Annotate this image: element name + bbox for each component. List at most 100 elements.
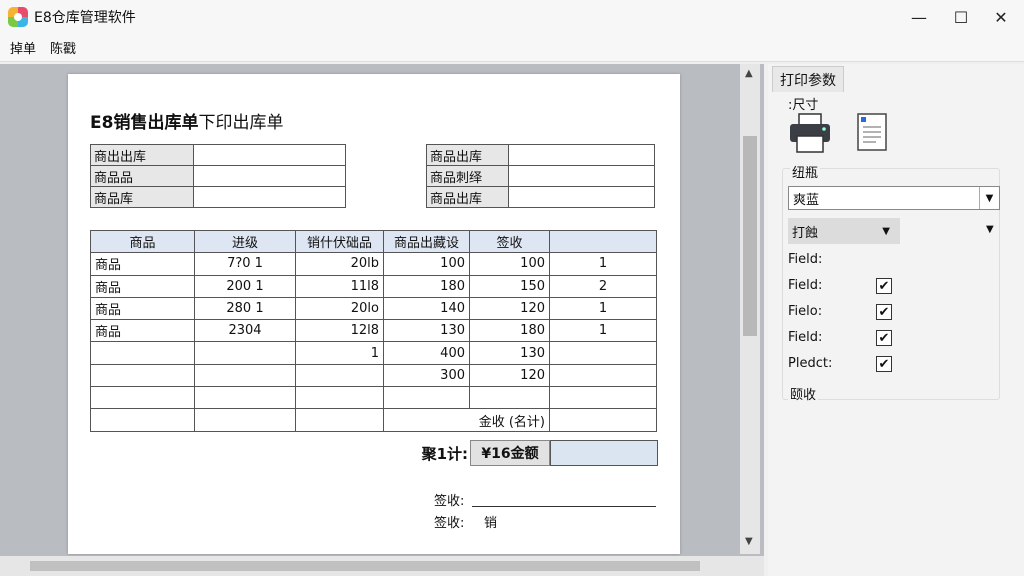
minimize-button[interactable]: — bbox=[896, 0, 942, 34]
bottom-group-label: 颐收 bbox=[788, 384, 819, 403]
tab-print-params[interactable]: 打印参数 bbox=[772, 66, 844, 92]
paper-select[interactable]: 爽蓝 ▼ bbox=[788, 186, 1000, 210]
signature-label: 签收: bbox=[434, 494, 465, 509]
document-icon[interactable] bbox=[856, 112, 888, 152]
document-title-main: E8销售出库单 bbox=[90, 113, 199, 133]
paper-select-value: 爽蓝 bbox=[793, 192, 820, 208]
field-label: Field: bbox=[788, 252, 823, 267]
cell-product bbox=[90, 341, 195, 365]
field-value-input[interactable] bbox=[193, 165, 346, 187]
table-row[interactable]: 1 400 130 bbox=[90, 341, 657, 365]
cell-qty-out: 300 bbox=[383, 363, 470, 388]
field-value-input[interactable] bbox=[508, 144, 655, 166]
summary-row: 金收 (名计) bbox=[90, 408, 657, 432]
scroll-down-icon[interactable]: ▼ bbox=[745, 536, 753, 547]
field-value-input[interactable] bbox=[193, 186, 346, 208]
horizontal-scrollbar[interactable] bbox=[0, 556, 764, 576]
paper-group-label: 纽瓶 bbox=[790, 162, 821, 181]
cell-code: 2304 bbox=[194, 319, 296, 343]
summary-label: 金收 (名计) bbox=[383, 408, 550, 432]
cell-spec: 20lb bbox=[295, 252, 384, 276]
field-value-input[interactable] bbox=[193, 144, 346, 166]
cell-code bbox=[194, 363, 296, 388]
table-row[interactable]: 商品 2304 12l8 130 180 1 bbox=[90, 319, 657, 343]
cell-qty-out: 130 bbox=[383, 319, 470, 343]
print-page: E8销售出库单下印出库单 商出出库 商品品 商品库 商品出库 商品刺绎 商品出库… bbox=[68, 74, 680, 554]
chevron-down-icon: ▼ bbox=[882, 225, 890, 237]
cell-product: 商品 bbox=[90, 252, 195, 276]
app-logo-icon bbox=[8, 7, 28, 27]
cell-spec: 12l8 bbox=[295, 319, 384, 343]
cell-signed: 100 bbox=[469, 252, 550, 276]
column-header: 签收 bbox=[469, 229, 550, 254]
cell-code: 200 1 bbox=[194, 274, 296, 298]
header-fields-left: 商出出库 商品品 商品库 bbox=[90, 144, 346, 208]
field-checkbox[interactable]: ✔ bbox=[876, 330, 892, 346]
field-label: Field: bbox=[788, 278, 823, 293]
field-value-input[interactable] bbox=[508, 165, 655, 187]
table-row[interactable]: 商品 7?0 1 20lb 100 100 1 bbox=[90, 252, 657, 276]
cell-qty-out: 100 bbox=[383, 252, 470, 276]
menu-item-view[interactable]: 陈戳 bbox=[50, 38, 76, 57]
field-label: 商品库 bbox=[90, 186, 194, 208]
cell-spec: 20lo bbox=[295, 296, 384, 321]
field-label: 商品品 bbox=[90, 165, 194, 187]
field-checkbox[interactable]: ✔ bbox=[876, 278, 892, 294]
signature-line[interactable] bbox=[472, 506, 656, 507]
window-title: E8仓库管理软件 bbox=[34, 10, 136, 26]
print-option-button[interactable]: 打蝕 ▼ bbox=[788, 218, 900, 244]
cell-signed: 120 bbox=[469, 296, 550, 321]
cell-spec: 1 bbox=[295, 341, 384, 365]
field-label: Field: bbox=[788, 330, 823, 345]
cell-signed: 150 bbox=[469, 274, 550, 298]
table-row[interactable]: 300 120 bbox=[90, 363, 657, 388]
menu-bar: 掉单 陈戳 bbox=[0, 34, 1024, 62]
items-table: 商品 进级 销什伏础品 商品出藏设 签收 商品 7?0 1 20lb 100 1… bbox=[90, 229, 657, 432]
column-header: 商品出藏设 bbox=[383, 229, 470, 254]
horizontal-scroll-thumb[interactable] bbox=[30, 561, 700, 571]
printer-icon[interactable] bbox=[788, 112, 832, 154]
vertical-scroll-thumb[interactable] bbox=[743, 136, 757, 336]
field-checkbox[interactable]: ✔ bbox=[876, 356, 892, 372]
vertical-scrollbar[interactable]: ▲ ▼ bbox=[740, 64, 760, 554]
cell-count: 1 bbox=[549, 252, 657, 276]
menu-item-order[interactable]: 掉单 bbox=[10, 38, 36, 57]
cell-product bbox=[90, 363, 195, 388]
cell-spec bbox=[295, 363, 384, 388]
table-row[interactable]: 商品 200 1 11l8 180 150 2 bbox=[90, 274, 657, 298]
signature-value: 销 bbox=[484, 516, 498, 531]
size-label: :尺寸 bbox=[788, 98, 819, 113]
field-label: Fielo: bbox=[788, 304, 823, 319]
cell-product: 商品 bbox=[90, 319, 195, 343]
cell-count: 1 bbox=[549, 296, 657, 321]
total-input[interactable] bbox=[550, 440, 658, 466]
cell-product: 商品 bbox=[90, 296, 195, 321]
print-option-label: 打蝕 bbox=[792, 225, 819, 241]
close-button[interactable]: ✕ bbox=[978, 0, 1024, 34]
document-title-sub: 下印出库单 bbox=[198, 113, 284, 133]
scroll-up-icon[interactable]: ▲ bbox=[745, 68, 753, 79]
cell-count bbox=[549, 341, 657, 365]
total-amount: ¥16金额 bbox=[470, 440, 550, 466]
table-row[interactable]: 商品 280 1 20lo 140 120 1 bbox=[90, 296, 657, 321]
cell-count bbox=[549, 363, 657, 388]
field-label: Pledct: bbox=[788, 356, 833, 371]
cell-qty-out: 180 bbox=[383, 274, 470, 298]
cell-qty-out: 140 bbox=[383, 296, 470, 321]
field-label: 商品出库 bbox=[426, 186, 509, 208]
cell-qty-out: 400 bbox=[383, 341, 470, 365]
signature-label: 签收: bbox=[434, 516, 465, 531]
column-header: 销什伏础品 bbox=[295, 229, 384, 254]
cell-spec: 11l8 bbox=[295, 274, 384, 298]
document-preview-area: E8销售出库单下印出库单 商出出库 商品品 商品库 商品出库 商品刺绎 商品出库… bbox=[0, 64, 764, 576]
field-value-input[interactable] bbox=[508, 186, 655, 208]
cell-code: 7?0 1 bbox=[194, 252, 296, 276]
field-checkbox[interactable]: ✔ bbox=[876, 304, 892, 320]
table-header-row: 商品 进级 销什伏础品 商品出藏设 签收 bbox=[90, 229, 657, 254]
table-row-empty bbox=[90, 386, 657, 410]
cell-signed: 180 bbox=[469, 319, 550, 343]
cell-count: 2 bbox=[549, 274, 657, 298]
chevron-down-icon[interactable]: ▼ bbox=[979, 187, 999, 209]
chevron-down-icon[interactable]: ▼ bbox=[986, 224, 994, 235]
cell-signed: 120 bbox=[469, 363, 550, 388]
